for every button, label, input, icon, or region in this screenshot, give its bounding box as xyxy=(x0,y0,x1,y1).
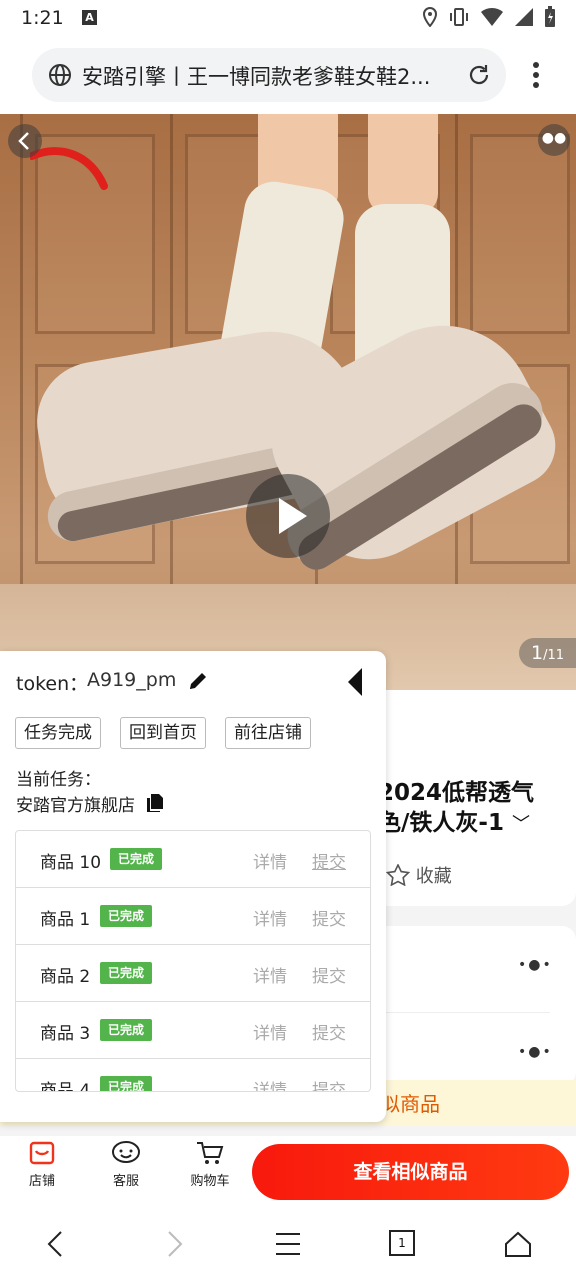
token-label: token： xyxy=(16,673,89,695)
token-value: A919_pm xyxy=(87,669,177,691)
option-dots[interactable]: •●• xyxy=(518,1044,553,1060)
option-dots[interactable]: •●• xyxy=(518,957,553,973)
nav-back-icon[interactable] xyxy=(44,1230,68,1258)
submit-link[interactable]: 提交 xyxy=(312,1076,346,1091)
status-badge: 已完成 xyxy=(100,1076,153,1091)
item-name: 商品 2 xyxy=(40,967,91,987)
status-badge: 已完成 xyxy=(100,962,153,984)
store-tab[interactable]: 店铺 xyxy=(12,1140,72,1189)
detail-link[interactable]: 详情 xyxy=(253,962,287,987)
customer-service-icon xyxy=(112,1141,140,1163)
product-image[interactable] xyxy=(0,114,576,690)
item-name: 商品 10 xyxy=(40,853,102,873)
status-badge: 已完成 xyxy=(110,848,163,870)
task-item-list[interactable]: 商品 10 已完成 详情 提交 商品 1 已完成 详情 提交 商品 2 已完成 … xyxy=(15,830,371,1092)
view-similar-button[interactable]: 查看相似商品 xyxy=(252,1144,569,1200)
go-store-button[interactable]: 前往店铺 xyxy=(225,717,311,749)
back-button[interactable] xyxy=(8,124,42,158)
back-home-button[interactable]: 回到首页 xyxy=(120,717,206,749)
current-task-value: 安踏官方旗舰店 xyxy=(16,796,135,816)
service-label: 客服 xyxy=(112,1174,139,1189)
reload-icon[interactable] xyxy=(466,62,492,88)
nav-forward-icon[interactable] xyxy=(162,1230,186,1258)
wifi-icon xyxy=(481,7,503,26)
more-button[interactable]: ●● xyxy=(538,124,570,156)
submit-link[interactable]: 提交 xyxy=(312,1019,346,1044)
similar-banner-text: 似商品 xyxy=(380,1092,440,1116)
star-icon xyxy=(385,863,411,887)
detail-link[interactable]: 详情 xyxy=(253,905,287,930)
detail-link[interactable]: 详情 xyxy=(253,848,287,873)
detail-link[interactable]: 详情 xyxy=(253,1019,287,1044)
cart-icon xyxy=(197,1142,224,1164)
edit-pencil-icon[interactable] xyxy=(187,670,209,692)
nav-menu-icon[interactable] xyxy=(274,1230,302,1258)
favorite-button[interactable]: 收藏 xyxy=(385,862,452,888)
cart-tab[interactable]: 购物车 xyxy=(180,1140,240,1189)
item-name: 商品 4 xyxy=(40,1081,91,1092)
store-icon xyxy=(29,1141,55,1165)
list-item: 商品 3 已完成 详情 提交 xyxy=(16,1002,370,1059)
location-icon xyxy=(422,7,438,27)
overflow-menu-icon[interactable] xyxy=(526,60,546,90)
brand-swoosh xyxy=(30,147,108,190)
submit-link[interactable]: 提交 xyxy=(312,905,346,930)
item-name: 商品 1 xyxy=(40,910,91,930)
store-label: 店铺 xyxy=(28,1174,55,1189)
product-title[interactable]: 2024低帮透气 色/铁人灰-1 ﹀ xyxy=(378,778,576,840)
cart-label: 购物车 xyxy=(190,1174,230,1189)
status-icons xyxy=(422,6,556,28)
tab-count-button[interactable]: 1 xyxy=(389,1230,415,1256)
list-item: 商品 2 已完成 详情 提交 xyxy=(16,945,370,1002)
page-title: 安踏引擎丨王一博同款老爹鞋女鞋2... xyxy=(82,65,431,89)
battery-icon xyxy=(545,6,555,27)
nav-bar: 1 xyxy=(0,1206,576,1280)
url-bar[interactable]: 安踏引擎丨王一博同款老爹鞋女鞋2... xyxy=(32,48,506,102)
current-task-label: 当前任务： xyxy=(16,770,101,790)
action-bar: 店铺 客服 购物车 查看相似商品 xyxy=(0,1136,576,1206)
image-counter: 1/11 xyxy=(519,638,576,668)
status-badge: 已完成 xyxy=(100,1019,153,1041)
task-panel: token： A919_pm 任务完成 回到首页 前往店铺 当前任务： 安踏官方… xyxy=(0,651,386,1122)
detail-link[interactable]: 详情 xyxy=(253,1076,287,1091)
product-title-line2: 色/铁人灰-1 xyxy=(378,810,504,836)
notification-a-icon: A xyxy=(82,10,97,25)
nav-home-icon[interactable] xyxy=(504,1230,532,1258)
collapse-panel-button[interactable] xyxy=(348,668,362,696)
copy-icon[interactable] xyxy=(146,793,164,813)
product-title-line1: 2024低帮透气 xyxy=(378,780,535,806)
globe-icon xyxy=(49,64,71,86)
image-counter-current: 1 xyxy=(530,642,544,664)
signal-icon xyxy=(515,8,533,26)
image-counter-total: /11 xyxy=(543,648,564,663)
list-item: 商品 1 已完成 详情 提交 xyxy=(16,888,370,945)
status-bar: 1:21 A xyxy=(0,0,576,38)
list-item: 商品 10 已完成 详情 提交 xyxy=(16,831,370,888)
item-name: 商品 3 xyxy=(40,1024,91,1044)
task-complete-button[interactable]: 任务完成 xyxy=(15,717,101,749)
status-time: 1:21 xyxy=(21,7,64,29)
vibrate-icon xyxy=(450,8,468,26)
chevron-left-icon xyxy=(18,132,29,150)
play-video-button[interactable] xyxy=(246,474,330,558)
service-tab[interactable]: 客服 xyxy=(96,1140,156,1189)
submit-link[interactable]: 提交 xyxy=(312,962,346,987)
status-badge: 已完成 xyxy=(100,905,153,927)
list-item: 商品 4 已完成 详情 提交 xyxy=(16,1059,370,1092)
favorite-label: 收藏 xyxy=(415,866,452,887)
submit-link[interactable]: 提交 xyxy=(312,848,346,873)
